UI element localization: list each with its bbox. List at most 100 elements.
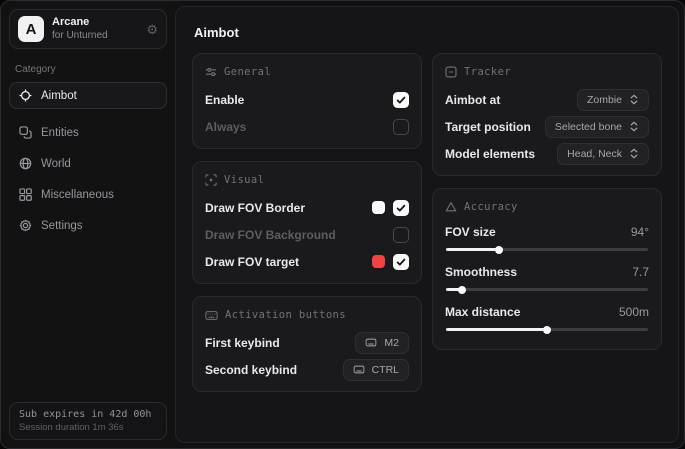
keybind-value: CTRL (372, 364, 399, 376)
sidebar: A Arcane for Unturned ⚙︎ Category Aimbot (1, 1, 175, 448)
setting-label: Model elements (445, 147, 535, 161)
chevrons-up-down-icon (629, 94, 639, 105)
check-icon (396, 95, 406, 105)
setting-row-fov-border: Draw FOV Border (205, 194, 409, 221)
setting-label: Aimbot at (445, 93, 500, 107)
slider-thumb[interactable] (495, 246, 503, 254)
main-panel: Aimbot General Enable (175, 6, 679, 443)
keyboard-icon (365, 338, 377, 347)
sidebar-item-label: World (41, 158, 71, 170)
setting-label: First keybind (205, 336, 280, 350)
sidebar-item-label: Miscellaneous (41, 189, 114, 201)
chevrons-up-down-icon (629, 121, 639, 132)
activation-buttons-card: Activation buttons First keybind M2 (192, 296, 422, 392)
select-value: Head, Neck (567, 148, 622, 160)
app-logo: A (18, 16, 44, 42)
fov-border-checkbox[interactable] (393, 200, 409, 216)
setting-label: Second keybind (205, 363, 297, 377)
first-keybind-button[interactable]: M2 (355, 332, 409, 354)
target-position-select[interactable]: Selected bone (545, 116, 649, 138)
fov-target-checkbox[interactable] (393, 254, 409, 270)
setting-row-fov-size: FOV size 94° (445, 221, 649, 251)
setting-row-second-keybind: Second keybind CTRL (205, 356, 409, 383)
setting-label: Draw FOV Background (205, 228, 336, 242)
globe-icon (19, 157, 32, 170)
app-subtitle: for Unturned (52, 30, 108, 43)
setting-row-always: Always (205, 113, 409, 140)
accuracy-card: Accuracy FOV size 94° (432, 188, 662, 350)
tracker-card: Tracker Aimbot at Zombie (432, 53, 662, 176)
slider-fill (446, 288, 462, 291)
slider-value: 7.7 (632, 265, 649, 279)
section-title: Tracker (464, 66, 511, 78)
sidebar-item-miscellaneous[interactable]: Miscellaneous (9, 181, 167, 208)
slider-thumb[interactable] (543, 326, 551, 334)
setting-label: Draw FOV target (205, 255, 299, 269)
setting-label: FOV size (445, 225, 496, 239)
app-window: A Arcane for Unturned ⚙︎ Category Aimbot (0, 0, 685, 449)
check-icon (396, 203, 406, 213)
entities-icon (19, 126, 32, 139)
setting-row-fov-target: Draw FOV target (205, 248, 409, 275)
grid-layout-icon (19, 188, 32, 201)
subscription-info-card: Sub expires in 42d 00h Session duration … (9, 402, 167, 440)
setting-row-enable: Enable (205, 86, 409, 113)
session-duration-text: Session duration 1m 36s (19, 422, 157, 433)
always-checkbox[interactable] (393, 119, 409, 135)
color-swatch[interactable] (372, 201, 385, 214)
sidebar-item-aimbot[interactable]: Aimbot (9, 82, 167, 109)
setting-label: Draw FOV Border (205, 201, 305, 215)
keyboard-icon (353, 365, 365, 374)
sidebar-item-label: Aimbot (41, 90, 77, 102)
keybind-value: M2 (384, 337, 399, 349)
keyboard-icon (205, 310, 218, 321)
second-keybind-button[interactable]: CTRL (343, 359, 409, 381)
check-icon (396, 257, 406, 267)
app-title: Arcane (52, 16, 108, 30)
setting-row-target-position: Target position Selected bone (445, 113, 649, 140)
page-title: Aimbot (194, 25, 660, 40)
slider-thumb[interactable] (458, 286, 466, 294)
sidebar-item-settings[interactable]: Settings (9, 212, 167, 239)
fov-size-slider[interactable] (446, 248, 648, 251)
select-value: Zombie (587, 94, 622, 106)
select-value: Selected bone (555, 121, 622, 133)
model-elements-select[interactable]: Head, Neck (557, 143, 649, 165)
max-distance-slider[interactable] (446, 328, 648, 331)
setting-label: Always (205, 120, 246, 134)
category-label: Category (15, 64, 161, 75)
sidebar-item-label: Settings (41, 220, 83, 232)
setting-label: Enable (205, 93, 244, 107)
slider-fill (446, 248, 499, 251)
scan-eye-icon (205, 174, 217, 186)
visual-card: Visual Draw FOV Border Draw FOV Backgrou… (192, 161, 422, 284)
sidebar-item-entities[interactable]: Entities (9, 119, 167, 146)
slider-value: 94° (631, 225, 649, 239)
setting-row-fov-background: Draw FOV Background (205, 221, 409, 248)
setting-row-first-keybind: First keybind M2 (205, 329, 409, 356)
setting-label: Max distance (445, 305, 520, 319)
general-card: General Enable Always (192, 53, 422, 149)
setting-label: Smoothness (445, 265, 517, 279)
setting-row-smoothness: Smoothness 7.7 (445, 261, 649, 291)
sub-expiry-text: Sub expires in 42d 00h (19, 409, 157, 420)
aimbot-at-select[interactable]: Zombie (577, 89, 649, 111)
setting-row-max-distance: Max distance 500m (445, 301, 649, 331)
section-title: Accuracy (464, 201, 518, 213)
app-logo-card: A Arcane for Unturned ⚙︎ (9, 9, 167, 49)
sidebar-item-label: Entities (41, 127, 79, 139)
color-swatch[interactable] (372, 255, 385, 268)
sidebar-item-world[interactable]: World (9, 150, 167, 177)
smoothness-slider[interactable] (446, 288, 648, 291)
slider-fill (446, 328, 547, 331)
fov-background-checkbox[interactable] (393, 227, 409, 243)
setting-label: Target position (445, 120, 531, 134)
app-logo-texts: Arcane for Unturned (52, 16, 108, 42)
setting-row-aimbot-at: Aimbot at Zombie (445, 86, 649, 113)
enable-checkbox[interactable] (393, 92, 409, 108)
section-title: Activation buttons (225, 309, 346, 321)
slider-value: 500m (619, 305, 649, 319)
section-title: General (224, 66, 271, 78)
chevrons-up-down-icon (629, 148, 639, 159)
gear-icon[interactable]: ⚙︎ (146, 23, 158, 36)
